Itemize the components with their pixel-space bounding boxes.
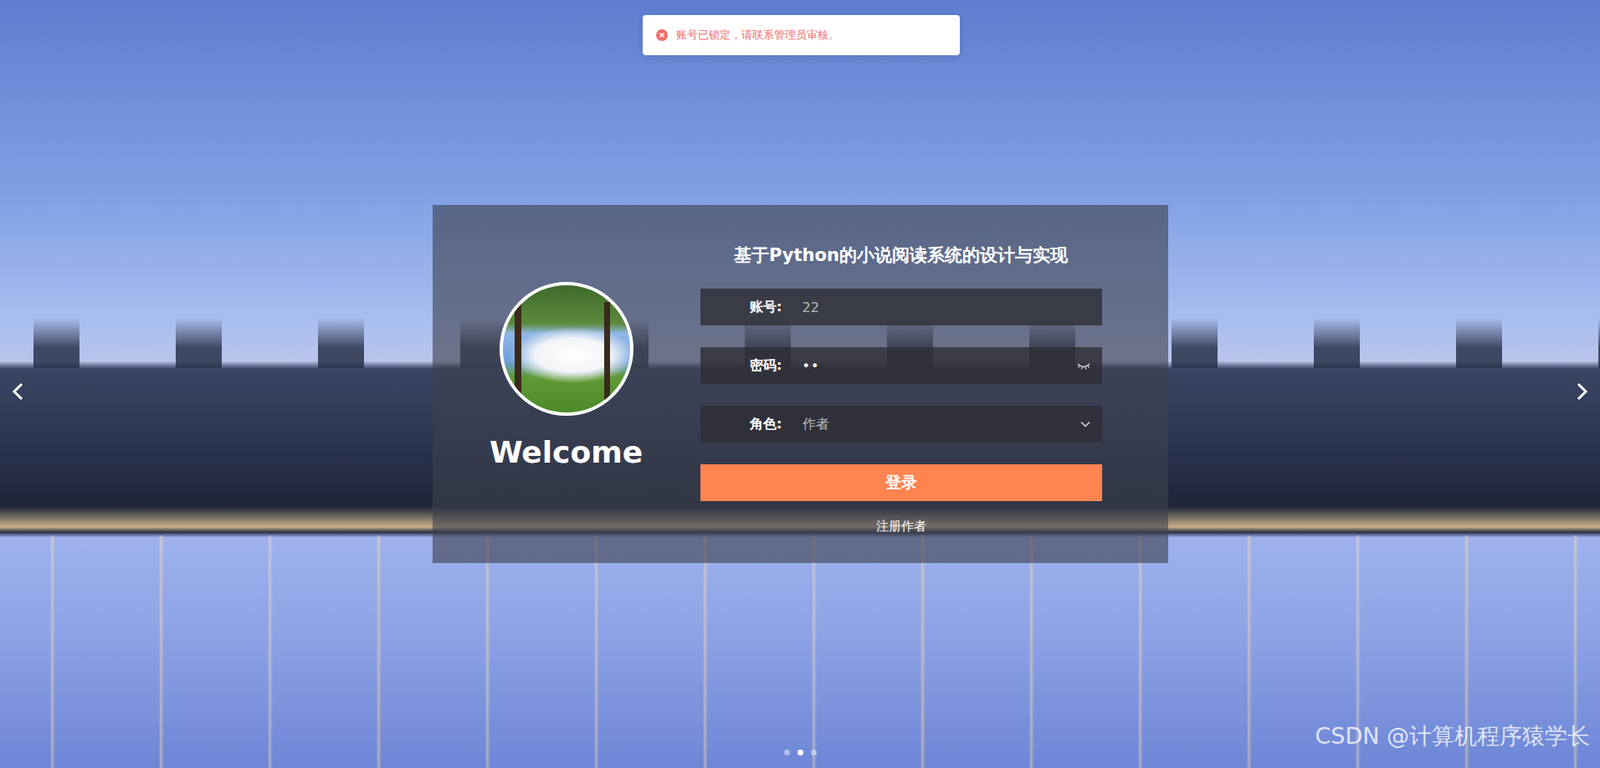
login-stage: Welcome 基于Python的小说阅读系统的设计与实现账号:22 密码:•• 角色… — [0, 0, 1600, 564]
carousel-dots — [0, 749, 1600, 756]
form-field[interactable]: 账号:22 — [700, 288, 1103, 326]
register-link[interactable]: 注册作者 — [700, 517, 1103, 535]
field-label: 账号: — [700, 298, 795, 317]
eye-closed-icon[interactable] — [1076, 360, 1091, 371]
welcome-column: Welcome — [432, 205, 701, 535]
error-icon — [656, 29, 668, 42]
chevron-left-icon[interactable] — [10, 382, 26, 401]
field-value[interactable]: 作者 — [794, 415, 1081, 434]
login-panel: Welcome 基于Python的小说阅读系统的设计与实现账号:22 密码:•• 角色… — [432, 205, 1169, 564]
field-label: 密码: — [700, 357, 795, 375]
toast-message: 账号已锁定，请联系管理员审核。 — [676, 27, 840, 43]
form-field[interactable]: 角色:作者 — [700, 405, 1103, 443]
chevron-down-icon[interactable] — [1080, 420, 1091, 428]
carousel-dot[interactable] — [797, 749, 804, 756]
carousel-dot[interactable] — [784, 749, 790, 756]
avatar-image — [499, 282, 634, 416]
form-field[interactable]: 密码:•• — [700, 347, 1103, 385]
login-form: 基于Python的小说阅读系统的设计与实现账号:22 密码:•• 角色:作者登录注册… — [700, 205, 1103, 535]
carousel-dot[interactable] — [810, 749, 817, 756]
field-value[interactable]: •• — [794, 358, 1077, 375]
carousel-next[interactable] — [1568, 378, 1595, 406]
carousel-prev[interactable] — [5, 378, 32, 406]
welcome-text: Welcome — [489, 434, 643, 472]
form-title: 基于Python的小说阅读系统的设计与实现 — [700, 242, 1103, 268]
chevron-right-icon[interactable] — [1574, 382, 1590, 401]
watermark: CSDN @计算机程序猿学长 — [1314, 721, 1590, 752]
error-toast: 账号已锁定，请联系管理员审核。 — [642, 15, 960, 56]
field-value[interactable]: 22 — [794, 299, 1091, 316]
login-button[interactable]: 登录 — [700, 464, 1103, 502]
field-label: 角色: — [700, 415, 795, 434]
